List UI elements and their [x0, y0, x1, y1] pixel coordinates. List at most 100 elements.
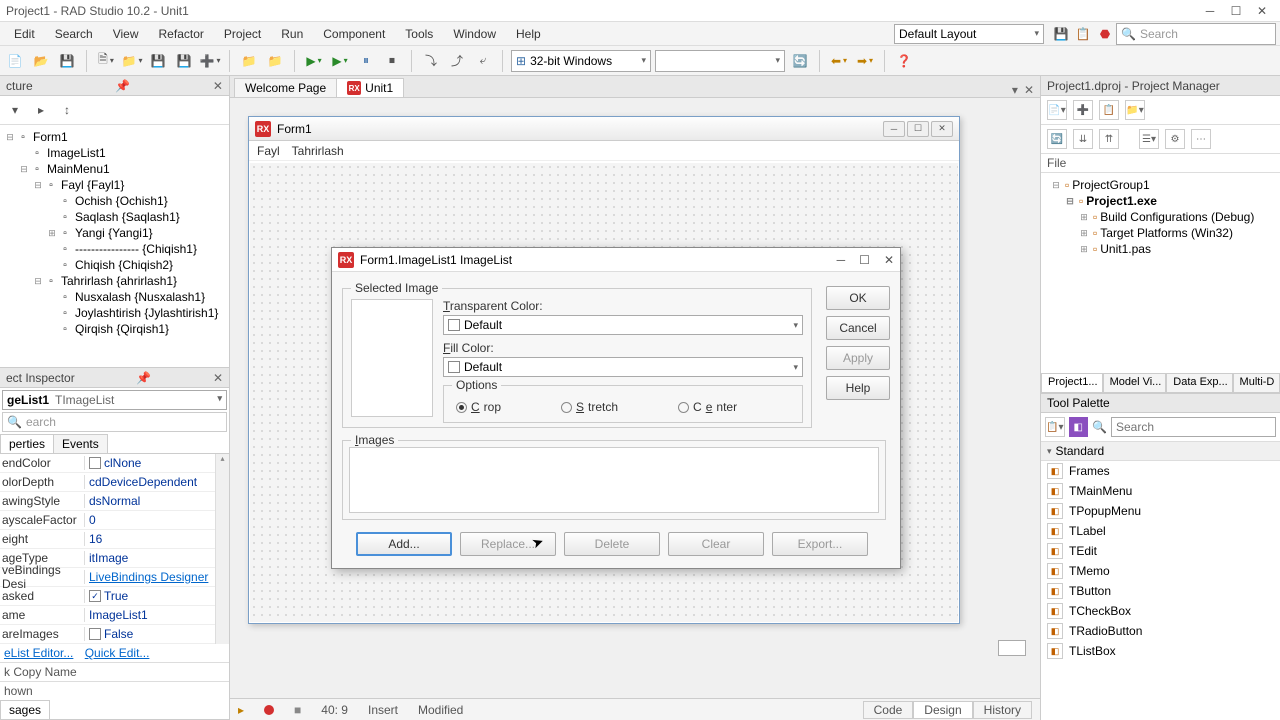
new-icon[interactable]: 📄 — [4, 50, 26, 72]
device-combo[interactable]: ▾ — [655, 50, 785, 72]
panel-close-icon[interactable]: ✕ — [213, 79, 223, 93]
palette-item[interactable]: ◧TButton — [1041, 581, 1280, 601]
palette-search-input[interactable] — [1111, 417, 1276, 437]
menu-project[interactable]: Project — [214, 24, 271, 44]
tree-row[interactable]: ▫---------------- {Chiqish1} — [0, 241, 229, 257]
delete-layout-icon[interactable]: 📋 — [1072, 23, 1094, 45]
tab-events[interactable]: Events — [53, 434, 108, 453]
palette-item[interactable]: ◧TRadioButton — [1041, 621, 1280, 641]
menu-edit[interactable]: Edit — [4, 24, 45, 44]
refresh-device-icon[interactable]: 🔄 — [789, 50, 811, 72]
dialog-max-icon[interactable]: ☐ — [859, 253, 870, 267]
form-menu-tahrirlash[interactable]: Tahrirlash — [292, 144, 344, 158]
menu-search[interactable]: Search — [45, 24, 103, 44]
project-tree-row[interactable]: ⊞▫Unit1.pas — [1045, 241, 1276, 257]
ok-button[interactable]: OK — [826, 286, 890, 310]
property-row[interactable]: endColorclNone — [0, 454, 215, 473]
open-project-icon[interactable]: 📁 — [121, 50, 143, 72]
fill-color-combo[interactable]: Default ▾ — [443, 357, 803, 377]
rtab-model[interactable]: Model Vi... — [1103, 374, 1167, 393]
top-search-box[interactable]: 🔍 Search — [1116, 23, 1276, 45]
palette-item[interactable]: ◧TMainMenu — [1041, 481, 1280, 501]
form-max-icon[interactable]: ☐ — [907, 121, 929, 137]
tree-row[interactable]: ⊟▫Fayl {Fayl1} — [0, 177, 229, 193]
tree-row[interactable]: ▫Ochish {Ochish1} — [0, 193, 229, 209]
collapse-icon[interactable]: ▸ — [30, 99, 52, 121]
palette-item[interactable]: ◧TListBox — [1041, 641, 1280, 661]
stop-run-icon[interactable]: ⏹ — [381, 50, 403, 72]
transparent-color-combo[interactable]: Default ▾ — [443, 315, 803, 335]
folder2-icon[interactable]: 📁 — [264, 50, 286, 72]
structure-tree[interactable]: ⊟▫Form1▫ImageList1⊟▫MainMenu1⊟▫Fayl {Fay… — [0, 125, 229, 367]
menu-help[interactable]: Help — [506, 24, 551, 44]
palette-item[interactable]: ◧TCheckBox — [1041, 601, 1280, 621]
platform-combo[interactable]: ⊞ 32-bit Windows ▾ — [511, 50, 651, 72]
inspector-search[interactable]: 🔍earch — [2, 412, 227, 432]
step-over-icon[interactable]: ⤴ — [446, 50, 468, 72]
tree-row[interactable]: ⊟▫MainMenu1 — [0, 161, 229, 177]
tab-welcome[interactable]: Welcome Page — [234, 78, 337, 97]
form-title-bar[interactable]: RX Form1 ─ ☐ ✕ — [249, 117, 959, 141]
new-proj-icon[interactable]: 📄▾ — [1047, 100, 1067, 120]
property-row[interactable]: veBindings DesiLiveBindings Designer — [0, 568, 215, 587]
images-listbox[interactable] — [349, 447, 879, 513]
palette-item[interactable]: ◧Frames — [1041, 461, 1280, 481]
run-icon[interactable]: ▶ — [303, 50, 325, 72]
rtab-project[interactable]: Project1... — [1041, 374, 1103, 393]
stop-icon[interactable]: ⬣ — [1094, 23, 1116, 45]
replace-button[interactable]: Replace... — [460, 532, 556, 556]
close-icon[interactable]: ✕ — [1250, 2, 1274, 20]
menu-view[interactable]: View — [103, 24, 149, 44]
view-tab-code[interactable]: Code — [863, 701, 914, 719]
project-tree-row[interactable]: ⊞▫Target Platforms (Win32) — [1045, 225, 1276, 241]
help-button[interactable]: Help — [826, 376, 890, 400]
radio-center[interactable]: Center — [678, 400, 737, 414]
form-min-icon[interactable]: ─ — [883, 121, 905, 137]
tree-row[interactable]: ⊟▫Form1 — [0, 129, 229, 145]
tree-row[interactable]: ▫ImageList1 — [0, 145, 229, 161]
add-file-icon[interactable]: ➕ — [199, 50, 221, 72]
tree-row[interactable]: ▫Saqlash {Saqlash1} — [0, 209, 229, 225]
property-row[interactable]: ameImageList1 — [0, 606, 215, 625]
property-row[interactable]: awingStyledsNormal — [0, 492, 215, 511]
link-editor[interactable]: eList Editor... — [4, 646, 73, 660]
property-grid[interactable]: endColorclNoneolorDepthcdDeviceDependent… — [0, 454, 215, 644]
project-tree-row[interactable]: ⊟▫ProjectGroup1 — [1045, 177, 1276, 193]
add-proj-icon[interactable]: ➕ — [1073, 100, 1093, 120]
rtab-multi[interactable]: Multi-D — [1233, 374, 1280, 393]
form-designer-window[interactable]: RX Form1 ─ ☐ ✕ Fayl Tahrirlash RX — [248, 116, 960, 624]
tree-row[interactable]: ▫Chiqish {Chiqish2} — [0, 257, 229, 273]
dialog-min-icon[interactable]: ─ — [837, 253, 846, 267]
project-tree-row[interactable]: ⊟▫Project1.exe — [1045, 193, 1276, 209]
form-close-icon[interactable]: ✕ — [931, 121, 953, 137]
step-out-icon[interactable]: ⤶ — [472, 50, 494, 72]
inspector-pin-icon[interactable]: 📌 — [136, 371, 151, 385]
prop-scrollbar[interactable]: ▴ — [215, 454, 229, 644]
palette-category-standard[interactable]: ▾ Standard — [1041, 442, 1280, 461]
tree-row[interactable]: ▫Qirqish {Qirqish1} — [0, 321, 229, 337]
step-into-icon[interactable]: ⤵ — [420, 50, 442, 72]
palette-item[interactable]: ◧TLabel — [1041, 521, 1280, 541]
expand-all-icon[interactable]: ⇊ — [1073, 129, 1093, 149]
property-row[interactable]: eight16 — [0, 530, 215, 549]
expand-icon[interactable]: ▾ — [4, 99, 26, 121]
messages-tab[interactable]: sages — [0, 700, 50, 719]
menu-refactor[interactable]: Refactor — [149, 24, 214, 44]
sync-icon[interactable]: 🔄 — [1047, 129, 1067, 149]
collapse-all-icon[interactable]: ⇈ — [1099, 129, 1119, 149]
link-quickedit[interactable]: Quick Edit... — [85, 646, 150, 660]
tree-row[interactable]: ▫Nusxalash {Nusxalash1} — [0, 289, 229, 305]
forward-icon[interactable]: ➡ — [854, 50, 876, 72]
designer-surface[interactable]: RX Form1 ─ ☐ ✕ Fayl Tahrirlash RX — [230, 98, 1040, 698]
palette-item[interactable]: ◧TPopupMenu — [1041, 501, 1280, 521]
save-all-icon[interactable]: 💾 — [147, 50, 169, 72]
palette-opts-icon[interactable]: 📋▾ — [1045, 417, 1065, 437]
add-button[interactable]: Add... — [356, 532, 452, 556]
palette-cat-icon[interactable]: ◧ — [1069, 417, 1089, 437]
object-selector[interactable]: geList1 TImageList ▾ — [2, 390, 227, 410]
property-row[interactable]: olorDepthcdDeviceDependent — [0, 473, 215, 492]
remove-proj-icon[interactable]: 📋 — [1099, 100, 1119, 120]
back-icon[interactable]: ⬅ — [828, 50, 850, 72]
view-tab-design[interactable]: Design — [913, 701, 972, 719]
view-proj-icon[interactable]: 📁▾ — [1125, 100, 1145, 120]
